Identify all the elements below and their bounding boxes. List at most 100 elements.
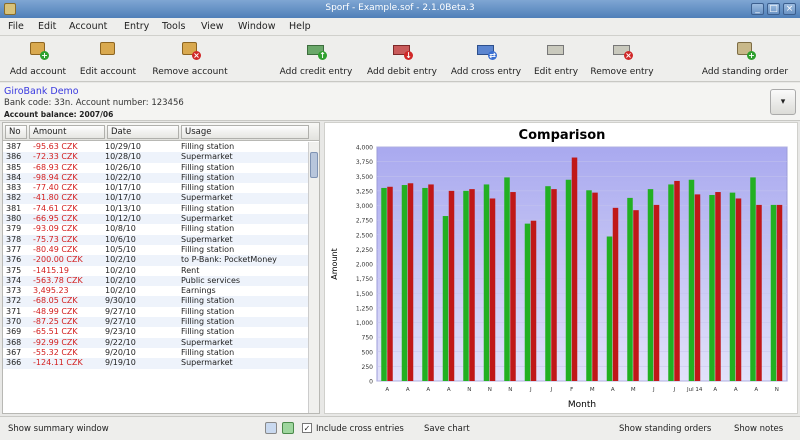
- cell-usage: Supermarket: [181, 358, 233, 368]
- cell-amount: -48.99 CZK: [33, 306, 78, 316]
- include-cross-checkbox[interactable]: ✓: [302, 423, 312, 433]
- menu-help[interactable]: Help: [289, 21, 311, 32]
- y-tick-label: 500: [362, 349, 374, 356]
- col-date[interactable]: Date: [107, 125, 179, 139]
- table-row[interactable]: 380 -66.95 CZK 10/12/10 Supermarket: [3, 214, 309, 225]
- table-row[interactable]: 382 -41.80 CZK 10/17/10 Supermarket: [3, 193, 309, 204]
- cell-date: 10/5/10: [105, 244, 136, 254]
- edit-account-button[interactable]: Edit account: [80, 38, 136, 80]
- col-usage[interactable]: Usage: [181, 125, 309, 139]
- table-row[interactable]: 367 -55.32 CZK 9/20/10 Filling station: [3, 348, 309, 358]
- add-debit-entry-button[interactable]: ↓ Add debit entry: [367, 38, 437, 80]
- account-dropdown-button[interactable]: ▾: [770, 89, 796, 115]
- col-amount[interactable]: Amount: [29, 125, 105, 139]
- menu-account[interactable]: Account: [69, 21, 107, 32]
- x-tick-label: N: [488, 387, 492, 393]
- bar-income: [504, 177, 510, 381]
- add-standing-order-button[interactable]: + Add standing order: [702, 38, 788, 80]
- table-row[interactable]: 377 -80.49 CZK 10/5/10 Filling station: [3, 245, 309, 255]
- remove-entry-button[interactable]: × Remove entry: [590, 38, 654, 80]
- menu-edit[interactable]: Edit: [38, 21, 56, 32]
- table-row[interactable]: 368 -92.99 CZK 9/22/10 Supermarket: [3, 337, 309, 348]
- edit-account-icon: [97, 38, 119, 60]
- add-credit-entry-button[interactable]: ↑ Add credit entry: [280, 38, 352, 80]
- bar-expense: [489, 198, 496, 381]
- cell-no: 381: [6, 203, 22, 213]
- table-row[interactable]: 386 -72.33 CZK 10/28/10 Supermarket: [3, 152, 309, 163]
- bar-income: [381, 187, 387, 381]
- menu-view[interactable]: View: [201, 21, 224, 32]
- table-row[interactable]: 366 -124.11 CZK 9/19/10 Supermarket: [3, 358, 309, 369]
- account-balance: Account balance: 2007/06: [4, 110, 114, 119]
- y-tick-label: 4,000: [356, 145, 373, 152]
- table-row[interactable]: 371 -48.99 CZK 9/27/10 Filling station: [3, 307, 309, 317]
- edit-entry-button[interactable]: Edit entry: [534, 38, 578, 80]
- table-row[interactable]: 381 -74.61 CZK 10/13/10 Filling station: [3, 204, 309, 214]
- y-tick-label: 250: [362, 364, 374, 371]
- maximize-button[interactable]: □: [767, 3, 780, 15]
- account-name: GiroBank Demo: [4, 86, 79, 97]
- bar-income: [401, 185, 408, 381]
- table-row[interactable]: 378 -75.73 CZK 10/6/10 Supermarket: [3, 234, 309, 245]
- bar-expense: [448, 190, 455, 381]
- menu-entry[interactable]: Entry: [124, 21, 149, 32]
- cell-amount: -75.73 CZK: [33, 234, 78, 244]
- cell-usage: Filling station: [181, 203, 235, 213]
- table-row[interactable]: 375 -1415.19 10/2/10 Rent: [3, 266, 309, 276]
- show-standing-orders-link[interactable]: Show standing orders: [619, 424, 711, 434]
- vertical-scrollbar[interactable]: [308, 142, 319, 413]
- add-account-icon: +: [27, 38, 49, 60]
- cell-amount: -65.51 CZK: [33, 327, 78, 337]
- chart-icon[interactable]: [265, 422, 277, 434]
- table-row[interactable]: 384 -98.94 CZK 10/22/10 Filling station: [3, 172, 309, 184]
- cell-amount: -563.78 CZK: [33, 275, 83, 285]
- cell-usage: Filling station: [181, 183, 235, 193]
- bar-income: [647, 189, 654, 381]
- table-row[interactable]: 376 -200.00 CZK 10/2/10 to P-Bank: PocketMo…: [3, 255, 309, 266]
- table-row[interactable]: 379 -93.09 CZK 10/8/10 Filling station: [3, 224, 309, 234]
- show-notes-link[interactable]: Show notes: [734, 424, 783, 434]
- close-button[interactable]: ×: [783, 3, 796, 15]
- x-tick-label: N: [775, 387, 779, 393]
- bar-income: [483, 184, 490, 381]
- bar-income: [750, 177, 756, 381]
- x-tick-label: M: [590, 387, 595, 393]
- table-row[interactable]: 372 -68.05 CZK 9/30/10 Filling station: [3, 296, 309, 307]
- table-row[interactable]: 374 -563.78 CZK 10/2/10 Public services: [3, 275, 309, 287]
- cell-date: 10/29/10: [105, 142, 141, 151]
- cell-date: 10/2/10: [105, 265, 136, 275]
- table-row[interactable]: 387 -95.63 CZK 10/29/10 Filling station: [3, 142, 309, 152]
- menu-tools[interactable]: Tools: [162, 21, 185, 32]
- bar-expense: [428, 184, 434, 381]
- bar-expense: [510, 192, 516, 381]
- toolbar: + Add account Edit account × Remove acco…: [0, 36, 800, 82]
- add-cross-entry-button[interactable]: ⇄ Add cross entry: [451, 38, 521, 80]
- table-row[interactable]: 385 -68.93 CZK 10/26/10 Filling station: [3, 163, 309, 173]
- minimize-button[interactable]: _: [751, 3, 764, 15]
- y-axis-label: Amount: [330, 248, 339, 279]
- add-account-button[interactable]: + Add account: [10, 38, 66, 80]
- remove-account-button[interactable]: × Remove account: [152, 38, 228, 80]
- save-chart-link[interactable]: Save chart: [424, 424, 470, 434]
- cell-usage: Filling station: [181, 224, 235, 234]
- table-row[interactable]: 370 -87.25 CZK 9/27/10 Filling station: [3, 317, 309, 328]
- cell-usage: Filling station: [181, 296, 235, 306]
- cell-no: 374: [6, 275, 22, 285]
- x-tick-label: A: [447, 387, 451, 393]
- cell-amount: -77.40 CZK: [33, 183, 78, 193]
- table-row[interactable]: 369 -65.51 CZK 9/23/10 Filling station: [3, 327, 309, 337]
- scrollbar-thumb[interactable]: [310, 152, 318, 178]
- add-credit-icon: ↑: [305, 38, 327, 60]
- cell-amount: -80.49 CZK: [33, 244, 78, 254]
- cell-usage: Supermarket: [181, 152, 233, 162]
- col-no[interactable]: No: [5, 125, 27, 139]
- cell-amount: -1415.19: [33, 265, 69, 275]
- y-tick-label: 2,500: [356, 232, 373, 239]
- cell-usage: Supermarket: [181, 337, 233, 347]
- show-summary-link[interactable]: Show summary window: [8, 424, 109, 434]
- table-row[interactable]: 383 -77.40 CZK 10/17/10 Filling station: [3, 183, 309, 193]
- menu-file[interactable]: File: [8, 21, 24, 32]
- x-axis-label: Month: [568, 400, 596, 410]
- table-row[interactable]: 373 3,495.23 10/2/10 Earnings: [3, 286, 309, 296]
- menu-window[interactable]: Window: [238, 21, 275, 32]
